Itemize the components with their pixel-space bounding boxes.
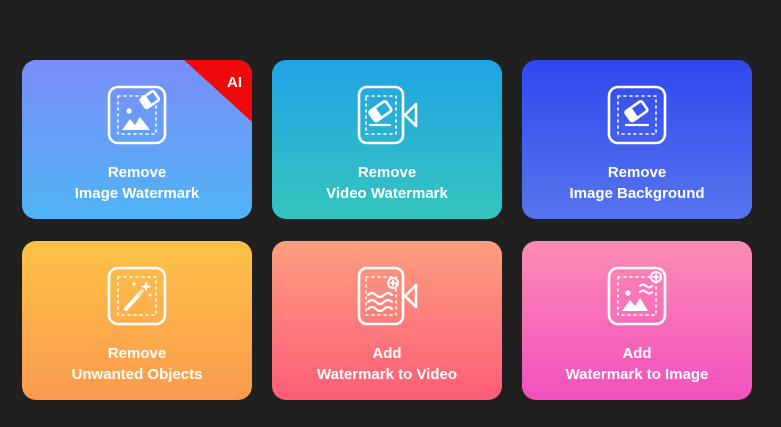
video-watermark-add-icon — [356, 265, 418, 327]
card-label: Remove Image Background — [569, 164, 705, 202]
card-label: Remove Image Watermark — [74, 164, 200, 202]
background-eraser-icon — [606, 84, 668, 146]
card-label: Remove Unwanted Objects — [71, 345, 203, 383]
magic-wand-icon — [106, 265, 168, 327]
image-eraser-icon — [106, 84, 168, 146]
add-watermark-to-video-card[interactable]: Add Watermark to Video — [272, 241, 502, 400]
ai-badge-label: AI — [227, 74, 242, 91]
image-watermark-add-icon — [606, 265, 668, 327]
card-label: Remove Video Watermark — [326, 164, 448, 202]
remove-image-watermark-card[interactable]: AI Remove Image Watermark — [22, 60, 252, 219]
add-watermark-to-image-card[interactable]: Add Watermark to Image — [522, 241, 752, 400]
card-label: Add Watermark to Image — [565, 345, 709, 383]
card-label: Add Watermark to Video — [316, 345, 458, 383]
remove-unwanted-objects-card[interactable]: Remove Unwanted Objects — [22, 241, 252, 400]
video-eraser-icon — [356, 84, 418, 146]
ai-badge — [184, 60, 252, 122]
remove-video-watermark-card[interactable]: Remove Video Watermark — [272, 60, 502, 219]
remove-image-background-card[interactable]: Remove Image Background — [522, 60, 752, 219]
tool-grid: AI Remove Image Watermark Remove Video W… — [0, 0, 781, 427]
